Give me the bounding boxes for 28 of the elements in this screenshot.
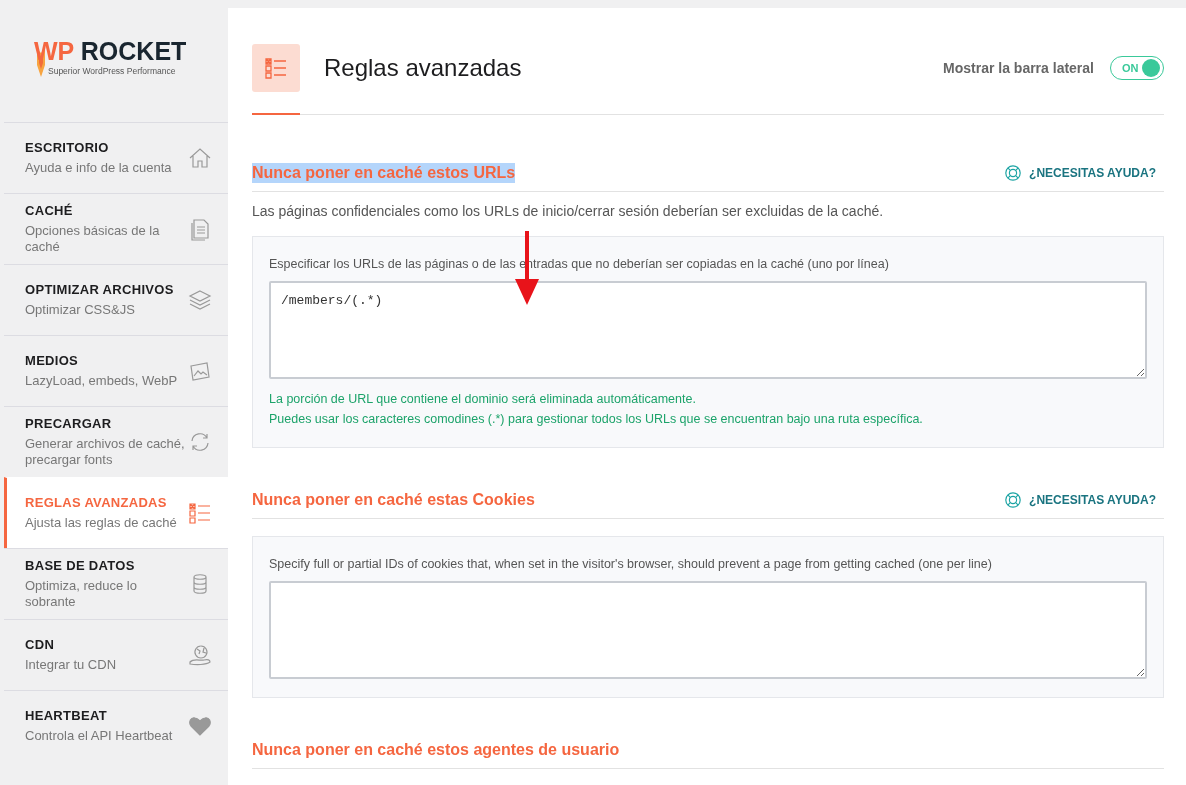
help-link[interactable]: ¿NECESITAS AYUDA?: [1004, 164, 1156, 182]
help-text[interactable]: ¿NECESITAS AYUDA?: [1029, 166, 1156, 180]
page-title: Reglas avanzadas: [324, 54, 522, 82]
refresh-icon: [188, 430, 212, 454]
wp-rocket-logo: WP ROCKET Superior WordPress Performance: [34, 38, 198, 84]
image-icon: [188, 359, 212, 383]
section-description: Las páginas confidenciales como los URLs de inicio/cerrar sesión deberían ser excluidas de la caché.: [252, 203, 885, 219]
section-title: Nunca poner en caché estos URLs: [252, 163, 516, 183]
globe-hand-icon: [188, 643, 212, 667]
help-text[interactable]: ¿NECESITAS AYUDA?: [1029, 493, 1156, 507]
toggle-label: Mostrar la barra lateral: [943, 60, 1094, 76]
sidebar-item[interactable]: REGLAS AVANZADAS Ajusta las reglas de caché: [4, 477, 228, 548]
layers-icon: [188, 288, 212, 312]
text-area[interactable]: /members/(.*): [269, 281, 1147, 379]
field-label: Specify full or partial IDs of cookies that, when set in the visitor's browser, should prevent a page from getting cached (one per line): [269, 557, 993, 571]
section-title: Nunca poner en caché estas Cookies: [252, 490, 535, 510]
help-note: La porción de URL que contiene el dominio será eliminada automáticamente.: [269, 391, 697, 408]
lifebuoy-icon: [1004, 164, 1023, 182]
text-area[interactable]: [269, 581, 1147, 679]
checklist-icon: [188, 501, 212, 525]
help-link[interactable]: ¿NECESITAS AYUDA?: [1004, 491, 1156, 509]
heart-icon: [188, 714, 212, 738]
help-note: Puedes usar los caracteres comodines (.*) para gestionar todos los URLs que se encuentran bajo una ruta específica.: [269, 411, 924, 428]
document-icon: [188, 217, 212, 241]
house-icon: [188, 146, 212, 170]
lifebuoy-icon: [1004, 491, 1023, 509]
checklist-icon: [252, 44, 300, 92]
section-title: Nunca poner en caché estos agentes de usuario: [252, 740, 620, 760]
